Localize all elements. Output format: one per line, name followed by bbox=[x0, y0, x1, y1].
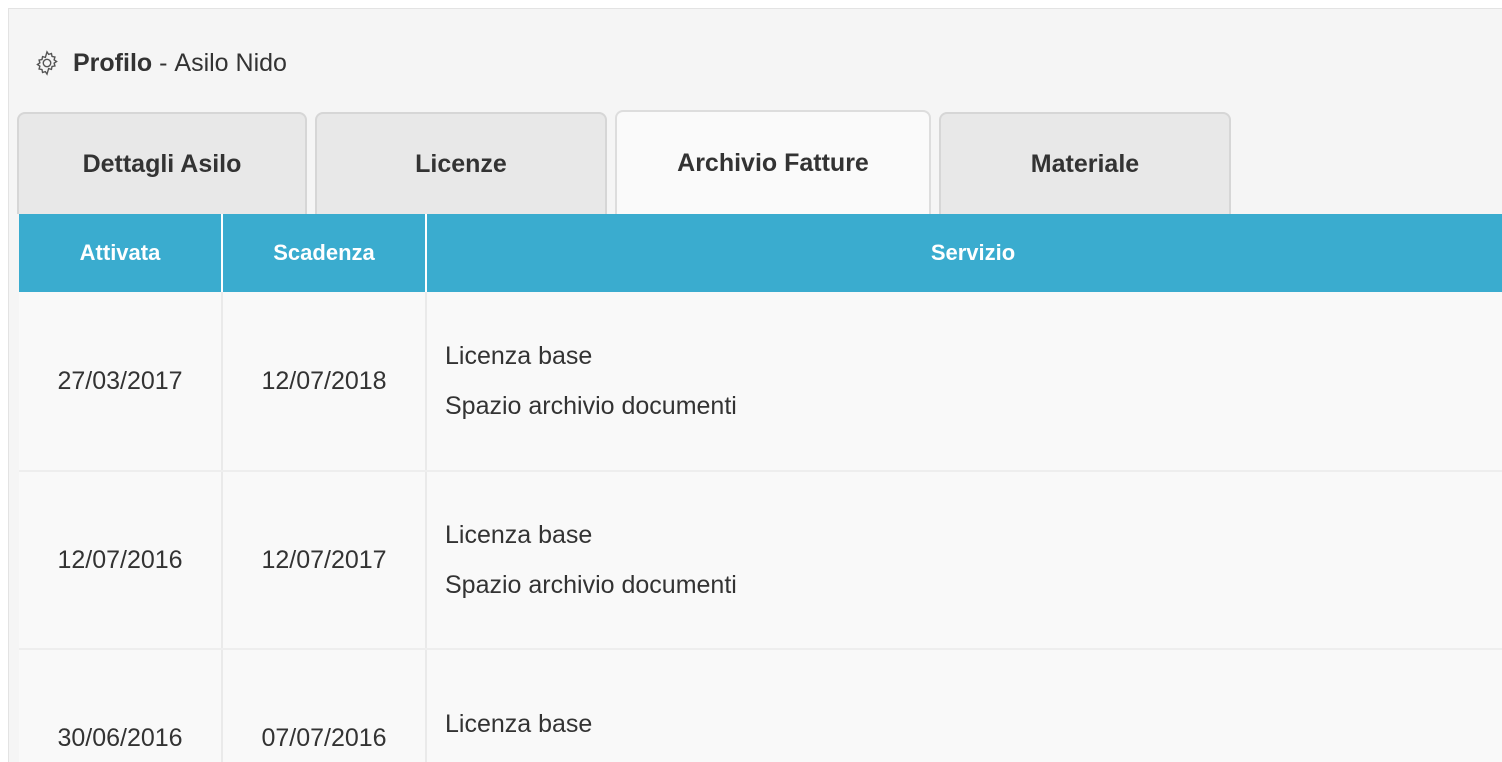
table-row: 12/07/2016 12/07/2017 Licenza base Spazi… bbox=[19, 471, 1502, 650]
cell-scadenza: 12/07/2018 bbox=[222, 292, 427, 472]
table-header-row: Attivata Scadenza Servizio bbox=[19, 214, 1502, 292]
cell-servizio: Licenza base bbox=[426, 649, 1502, 762]
column-header-scadenza[interactable]: Scadenza bbox=[222, 214, 427, 292]
tab-materiale[interactable]: Materiale bbox=[939, 112, 1231, 214]
service-item: Licenza base bbox=[445, 521, 593, 549]
cell-servizio: Licenza base Spazio archivio documenti bbox=[426, 292, 1502, 472]
tab-archivio-fatture[interactable]: Archivio Fatture bbox=[615, 110, 931, 214]
column-header-attivata[interactable]: Attivata bbox=[19, 214, 223, 292]
service-item: Spazio archivio documenti bbox=[445, 392, 737, 420]
column-header-servizio[interactable]: Servizio bbox=[426, 214, 1502, 292]
cell-scadenza: 07/07/2016 bbox=[222, 649, 427, 762]
licenses-table: Attivata Scadenza Servizio 27/03/2017 12… bbox=[19, 214, 1502, 762]
page-subtitle: Asilo Nido bbox=[174, 48, 287, 77]
page-title: Profilo bbox=[73, 48, 153, 77]
cell-scadenza: 12/07/2017 bbox=[222, 471, 427, 650]
profile-panel: Profilo - Asilo Nido Dettagli Asilo Lice… bbox=[8, 8, 1502, 762]
table-row: 27/03/2017 12/07/2018 Licenza base Spazi… bbox=[19, 292, 1502, 472]
service-item: Spazio archivio documenti bbox=[445, 571, 737, 599]
tab-bar: Dettagli Asilo Licenze Archivio Fatture … bbox=[17, 110, 1239, 214]
table-row: 30/06/2016 07/07/2016 Licenza base bbox=[19, 649, 1502, 762]
cell-attivata: 12/07/2016 bbox=[19, 471, 223, 650]
cell-servizio: Licenza base Spazio archivio documenti bbox=[426, 471, 1502, 650]
service-item: Licenza base bbox=[445, 710, 593, 738]
page-header: Profilo - Asilo Nido bbox=[33, 39, 287, 87]
tab-licenze[interactable]: Licenze bbox=[315, 112, 607, 214]
cell-attivata: 27/03/2017 bbox=[19, 292, 223, 472]
cell-attivata: 30/06/2016 bbox=[19, 649, 223, 762]
gear-icon bbox=[36, 50, 58, 76]
title-separator: - bbox=[152, 48, 175, 77]
tab-dettagli-asilo[interactable]: Dettagli Asilo bbox=[17, 112, 307, 214]
service-item: Licenza base bbox=[445, 342, 593, 370]
